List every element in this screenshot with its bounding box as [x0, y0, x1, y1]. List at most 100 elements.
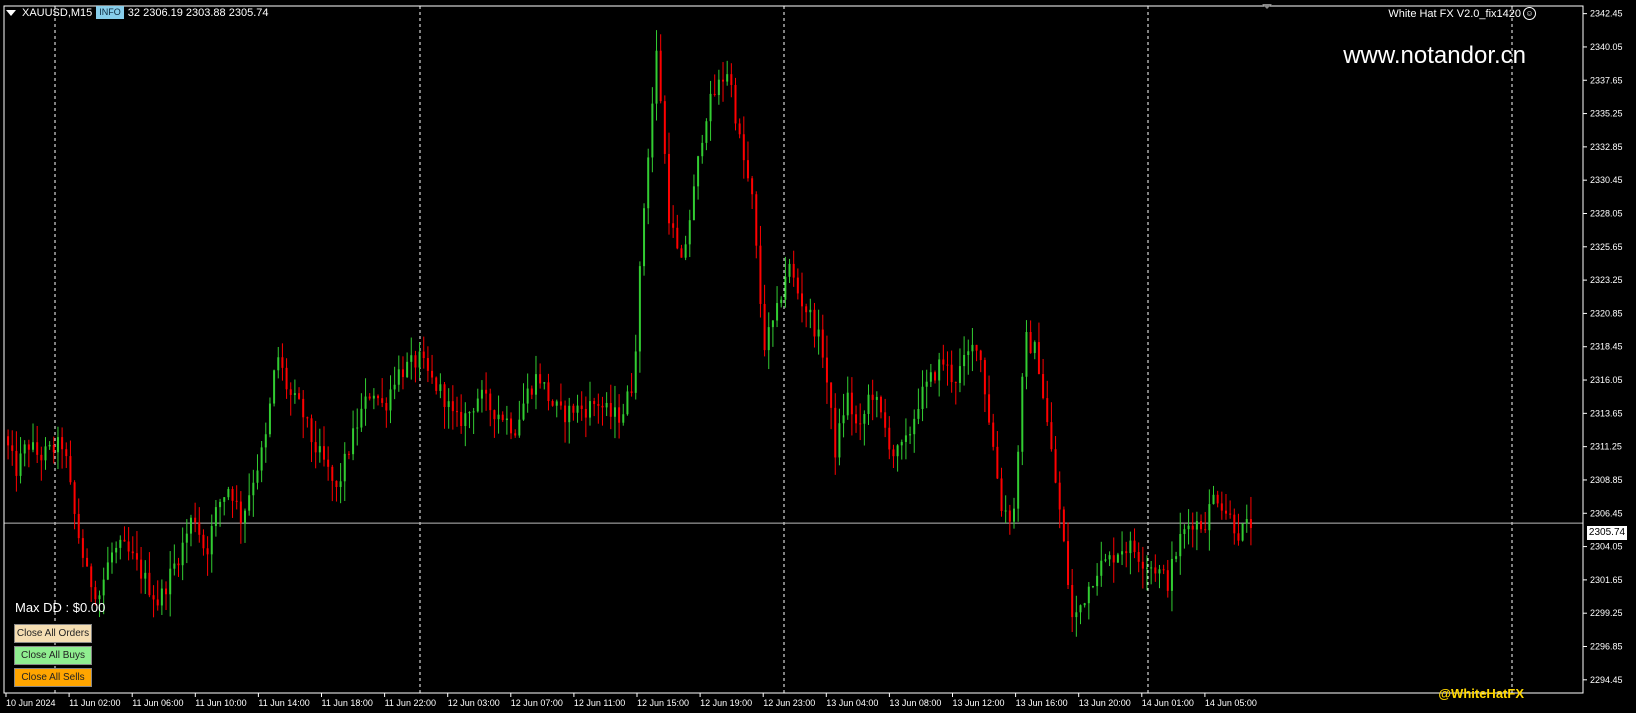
candle-body: [909, 434, 912, 436]
candle-body: [497, 414, 500, 420]
price-tick-label: 2306.45: [1590, 508, 1623, 518]
candle-body: [476, 398, 479, 412]
candle-body: [339, 481, 342, 487]
candle-body: [1037, 342, 1040, 375]
candle-body: [884, 412, 887, 428]
price-tick-label: 2301.65: [1590, 575, 1623, 585]
candle-body: [1017, 451, 1020, 509]
candle-body: [1158, 569, 1161, 574]
candle-body: [32, 442, 35, 450]
candle-body: [48, 444, 51, 447]
candle-body: [505, 418, 508, 421]
time-axis: 10 Jun 2024 11 Jun 02:00 11 Jun 06:00 11 Ju…: [5, 693, 1257, 708]
candle-body: [144, 572, 147, 579]
author-handle: @WhiteHatFX: [1438, 686, 1524, 701]
candle-body: [464, 413, 467, 427]
time-tick-label: 12 Jun 23:00: [763, 698, 815, 708]
candle-body: [942, 359, 945, 365]
candle-body: [98, 595, 101, 600]
candle-body: [825, 357, 828, 383]
candle-body: [256, 470, 259, 483]
candle-body: [327, 459, 330, 467]
dropdown-triangle-icon[interactable]: [6, 9, 16, 16]
candle-body: [759, 245, 762, 304]
price-chart[interactable]: 2342.45 2340.05 2337.65 2335.25 2332.85 2330.…: [0, 0, 1636, 713]
candle-body: [963, 354, 966, 367]
candle-body: [1025, 331, 1028, 377]
candle-body: [73, 482, 76, 514]
chart-area[interactable]: 2342.45 2340.05 2337.65 2335.25 2332.85 2330.…: [0, 0, 1636, 713]
candle-body: [252, 482, 255, 496]
candle-body: [559, 401, 562, 406]
close-all-sells-button[interactable]: Close All Sells: [14, 668, 92, 687]
candle-body: [1166, 570, 1169, 591]
candle-body: [385, 402, 388, 411]
close-all-buys-button[interactable]: Close All Buys: [14, 646, 92, 665]
candle-body: [397, 369, 400, 385]
candle-body: [1042, 374, 1045, 399]
candle-body: [69, 456, 72, 483]
candle-body: [406, 361, 409, 378]
smiley-icon[interactable]: ☺: [1523, 7, 1536, 20]
candle-body: [796, 277, 799, 294]
candle-body: [322, 446, 325, 460]
time-tick-label: 11 Jun 06:00: [132, 698, 183, 708]
info-badge[interactable]: INFO: [96, 6, 124, 19]
candle-body: [281, 357, 284, 368]
candle-body: [688, 220, 691, 245]
candle-body: [181, 542, 184, 566]
candle-body: [726, 74, 729, 82]
max-drawdown-label: Max DD : $0.00: [15, 600, 106, 615]
candle-body: [1195, 521, 1198, 530]
candle-body: [160, 588, 163, 606]
candle-body: [401, 369, 404, 378]
candle-body: [722, 79, 725, 82]
candle-body: [368, 396, 371, 399]
candle-body: [77, 513, 80, 539]
candle-body: [551, 401, 554, 406]
candle-body: [273, 370, 276, 404]
candle-body: [1150, 567, 1153, 569]
candle-body: [235, 500, 238, 502]
candle-body: [1121, 551, 1124, 555]
candle-body: [992, 422, 995, 447]
candle-body: [227, 489, 230, 498]
candle-body: [1067, 541, 1070, 586]
candle-body: [643, 208, 646, 267]
candle-body: [830, 382, 833, 408]
candle-body: [1204, 529, 1207, 531]
candle-body: [1208, 504, 1211, 531]
close-all-orders-button[interactable]: Close All Orders: [14, 624, 92, 643]
time-tick-label: 11 Jun 18:00: [322, 698, 373, 708]
candle-body: [11, 445, 14, 451]
candle-body: [925, 381, 928, 387]
candle-body: [489, 393, 492, 411]
collapse-triangle-icon[interactable]: [1262, 4, 1272, 9]
price-tick-label: 2332.85: [1590, 142, 1623, 152]
candle-body: [1112, 555, 1115, 563]
candle-body: [372, 395, 375, 399]
candle-body: [206, 548, 209, 555]
candle-body: [929, 372, 932, 382]
candle-body: [1108, 555, 1111, 560]
candle-body: [1216, 494, 1219, 504]
candle-body: [1008, 510, 1011, 522]
candle-body: [967, 351, 970, 355]
candle-body: [289, 389, 292, 395]
candle-body: [1091, 586, 1094, 588]
candle-body: [451, 401, 454, 412]
candle-body: [277, 357, 280, 371]
candle-body: [863, 413, 866, 424]
candle-body: [1249, 519, 1252, 528]
candle-body: [742, 134, 745, 161]
candle-body: [231, 489, 234, 501]
time-tick-label: 13 Jun 08:00: [889, 698, 941, 708]
candle-body: [285, 367, 288, 390]
candle-body: [468, 411, 471, 414]
candle-body: [1116, 554, 1119, 563]
price-tick-label: 2330.45: [1590, 175, 1623, 185]
candle-body: [584, 408, 587, 418]
candle-body: [1029, 331, 1032, 354]
plot-border: [3, 5, 1584, 694]
candle-body: [426, 358, 429, 371]
